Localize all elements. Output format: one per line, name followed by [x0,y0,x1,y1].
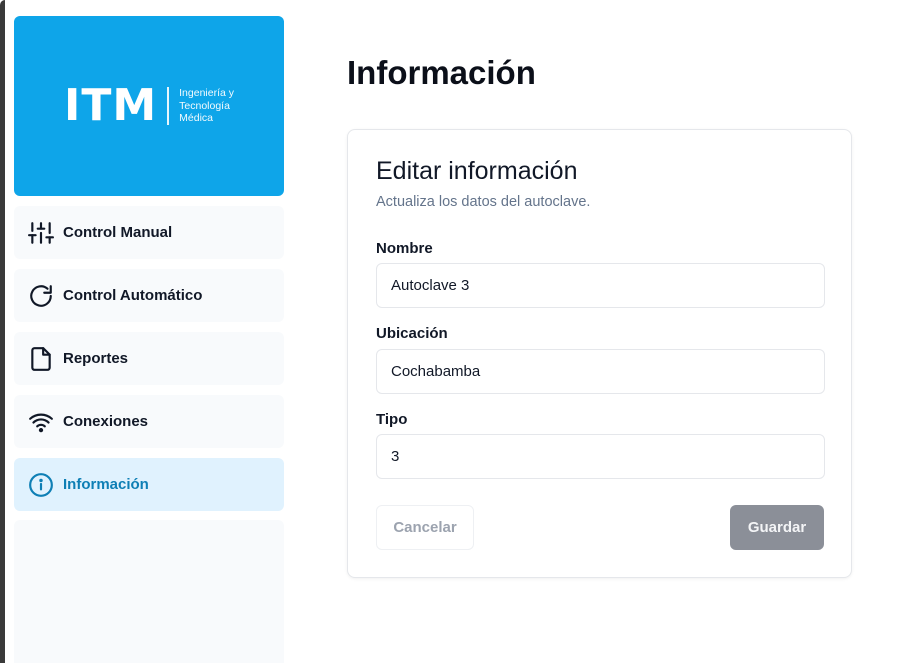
sidebar-item-control-automatico[interactable]: Control Automático [14,269,284,322]
card-description: Actualiza los datos del autoclave. [376,194,591,210]
sidebar-item-label: Conexiones [63,413,149,430]
logo-card: ITM Ingeniería y Tecnología Médica [14,16,284,196]
refresh-icon [28,283,54,309]
logo-divider [167,87,170,125]
tipo-label: Tipo [376,411,408,428]
tipo-input[interactable] [376,434,825,479]
cancel-button[interactable]: Cancelar [376,505,474,550]
wifi-icon [28,409,54,435]
nombre-label: Nombre [376,240,433,257]
logo-subtitle: Ingeniería y Tecnología Médica [179,87,234,125]
sidebar-item-informacion[interactable]: Información [14,458,284,511]
logo-subtitle-line: Ingeniería y [179,87,235,100]
file-icon [28,346,54,372]
sidebar-item-label: Control Automático [63,287,203,304]
sidebar-item-reportes[interactable]: Reportes [14,332,284,385]
logo-subtitle-line: Médica [179,112,213,125]
sliders-icon [28,220,54,246]
logo-subtitle-line: Tecnología [179,99,230,112]
info-icon [28,472,54,498]
window-edge [0,0,5,663]
logo-text: ITM [63,80,158,131]
sidebar-item-conexiones[interactable]: Conexiones [14,395,284,448]
sidebar-empty-panel [14,520,284,663]
card-title: Editar información [376,157,578,185]
ubicacion-input[interactable] [376,349,825,394]
sidebar: ITM Ingeniería y Tecnología Médica Contr… [14,16,284,663]
nombre-input[interactable] [376,263,825,308]
logo: ITM Ingeniería y Tecnología Médica [64,84,234,128]
sidebar-item-label: Control Manual [63,224,173,241]
save-button[interactable]: Guardar [730,505,824,550]
page-title: Información [347,54,536,91]
sidebar-item-label: Información [63,476,149,493]
edit-info-card: Editar información Actualiza los datos d… [347,129,852,578]
sidebar-item-control-manual[interactable]: Control Manual [14,206,284,259]
ubicacion-label: Ubicación [376,325,448,342]
sidebar-item-label: Reportes [63,350,129,367]
